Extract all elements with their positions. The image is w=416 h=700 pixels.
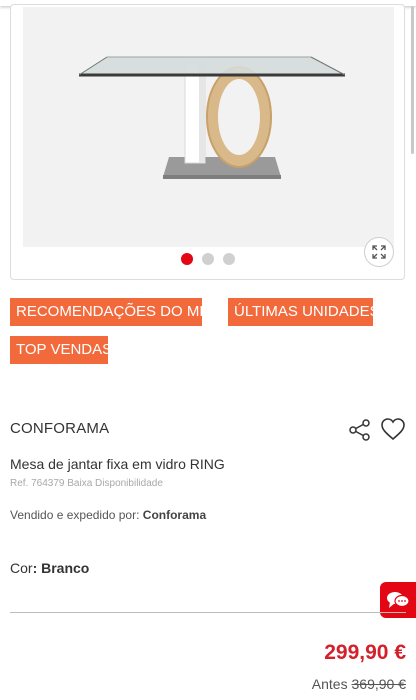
before-label: Antes (311, 676, 352, 692)
old-price: 369,90 € (351, 676, 407, 692)
gallery-dot-1[interactable] (180, 253, 193, 265)
current-price: 299,90 € (324, 641, 406, 664)
expand-icon (372, 245, 386, 259)
product-title: Mesa de jantar fixa em vidro RING (10, 456, 225, 472)
gallery-pagination (11, 253, 404, 265)
heart-icon[interactable] (380, 417, 406, 441)
seller-name[interactable]: Conforama (143, 508, 206, 522)
zoom-button[interactable] (364, 237, 394, 267)
gallery-dot-3[interactable] (222, 253, 235, 265)
color-value: : Branco (32, 560, 90, 576)
product-ref: Ref. 764379 Baixa Disponibilidade (10, 478, 163, 489)
table-illustration (23, 7, 394, 247)
tag-ultimas-unidades: ÚLTIMAS UNIDADES (228, 298, 380, 326)
divider (10, 612, 406, 613)
previous-price: Antes 369,90 € (312, 676, 406, 692)
share-icon[interactable] (348, 418, 372, 442)
seller-info: Vendido e expedido por: Conforama (10, 508, 206, 522)
tag-recomendacoes: RECOMENDAÇÕES DO MÊS (10, 298, 219, 326)
gallery-dot-2[interactable] (201, 253, 214, 265)
product-image[interactable] (23, 7, 394, 247)
tag-top-vendas: TOP VENDAS (10, 336, 112, 364)
brand-name[interactable]: CONFORAMA (10, 420, 109, 437)
chat-icon (387, 592, 410, 608)
seller-prefix: Vendido e expedido por: (10, 508, 143, 522)
product-gallery (10, 4, 405, 280)
color-label: Cor (10, 560, 33, 576)
scrollbar[interactable] (411, 6, 414, 154)
color-info: Cor: Branco (10, 560, 89, 576)
